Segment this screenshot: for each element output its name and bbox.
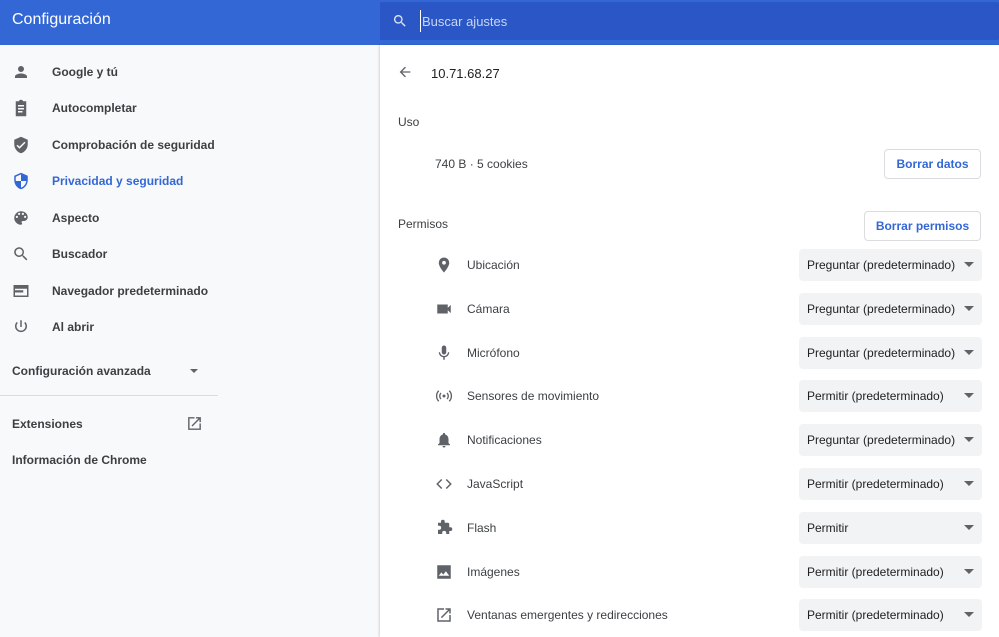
extensions-link[interactable]: Extensiones bbox=[12, 417, 83, 431]
search-box[interactable] bbox=[380, 2, 999, 40]
clipboard-icon bbox=[15, 99, 27, 117]
usage-value: 740 B · 5 cookies bbox=[435, 157, 528, 171]
permission-select[interactable]: Permitir bbox=[799, 511, 982, 544]
about-label: Información de Chrome bbox=[12, 453, 147, 467]
permission-select[interactable]: Permitir (predeterminado) bbox=[799, 380, 982, 413]
site-details: 10.71.68.27 Uso 740 B · 5 cookies Borrar… bbox=[380, 45, 999, 637]
permission-row: Sensores de movimiento Permitir (predeter… bbox=[380, 380, 999, 413]
permission-row: Flash Permitir bbox=[380, 511, 999, 544]
permission-select[interactable]: Permitir (predeterminado) bbox=[799, 468, 982, 500]
permission-label: Sensores de movimiento bbox=[467, 389, 600, 404]
image-icon bbox=[437, 564, 451, 579]
code-icon bbox=[436, 478, 452, 490]
sidebar-item-autofill[interactable]: Autocompletar bbox=[0, 90, 218, 126]
microphone-icon bbox=[438, 345, 450, 360]
open-in-new-icon bbox=[437, 608, 451, 623]
permission-select[interactable]: Preguntar (predeterminado) bbox=[799, 336, 982, 369]
advanced-label: Configuración avanzada bbox=[12, 364, 151, 378]
shield-icon bbox=[14, 172, 28, 190]
sidebar-item-label: Aspecto bbox=[52, 211, 100, 225]
sidebar-item-label: Autocompletar bbox=[52, 101, 137, 115]
open-in-new-icon[interactable] bbox=[186, 415, 203, 432]
permission-row: Ubicación Preguntar (predeterminado) bbox=[380, 249, 999, 281]
permission-select[interactable]: Permitir (predeterminado) bbox=[799, 555, 982, 588]
sidebar-item-default-browser[interactable]: Navegador predeterminado bbox=[0, 273, 218, 309]
shield-check-icon bbox=[14, 136, 28, 154]
sidebar-item-label: Comprobación de seguridad bbox=[52, 138, 215, 152]
person-icon bbox=[15, 66, 27, 78]
search-icon bbox=[14, 247, 28, 261]
permission-select[interactable]: Permitir (predeterminado) bbox=[799, 599, 982, 632]
puzzle-icon bbox=[438, 519, 453, 534]
permission-label: Notificaciones bbox=[467, 433, 542, 448]
permission-row: Ventanas emergentes y redirecciones Permi… bbox=[380, 599, 999, 632]
permission-label: Ventanas emergentes y redirecciones bbox=[467, 608, 668, 623]
permission-label: JavaScript bbox=[467, 477, 524, 491]
permission-row: JavaScript Permitir (predeterminado) bbox=[380, 468, 999, 500]
permission-label: Flash bbox=[467, 520, 497, 535]
permissions-heading: Permisos bbox=[398, 217, 449, 231]
camera-icon bbox=[437, 304, 451, 314]
permission-label: Micrófono bbox=[467, 345, 520, 360]
sidebar-item-search-engine[interactable]: Buscador bbox=[0, 236, 218, 272]
extensions-label: Extensiones bbox=[12, 417, 83, 431]
clear-data-button[interactable]: Borrar datos bbox=[884, 149, 981, 179]
permission-label: Imágenes bbox=[467, 564, 520, 579]
usage-heading: Uso bbox=[398, 115, 420, 129]
permission-row: Notificaciones Preguntar (predeterminado) bbox=[380, 424, 999, 457]
sidebar-item-on-startup[interactable]: Al abrir bbox=[0, 309, 218, 345]
permission-label: Ubicación bbox=[467, 258, 520, 272]
permission-select[interactable]: Preguntar (predeterminado) bbox=[799, 249, 982, 281]
search-input[interactable] bbox=[420, 10, 920, 32]
permission-select[interactable]: Preguntar (predeterminado) bbox=[799, 292, 982, 325]
about-chrome-link[interactable]: Información de Chrome bbox=[12, 453, 147, 467]
location-icon bbox=[438, 257, 450, 273]
sidebar-item-privacy[interactable]: Privacidad y seguridad bbox=[0, 163, 218, 199]
sidebar-item-appearance[interactable]: Aspecto bbox=[0, 200, 218, 236]
sidebar-item-label: Al abrir bbox=[52, 320, 95, 334]
permission-label: Cámara bbox=[467, 301, 510, 316]
site-address: 10.71.68.27 bbox=[431, 66, 500, 81]
permission-row: Micrófono Preguntar (predeterminado) bbox=[380, 336, 999, 369]
permission-select[interactable]: Preguntar (predeterminado) bbox=[799, 424, 982, 457]
back-arrow-icon[interactable] bbox=[397, 64, 413, 80]
permission-row: Imágenes Permitir (predeterminado) bbox=[380, 555, 999, 588]
sidebar-item-safety-check[interactable]: Comprobación de seguridad bbox=[0, 127, 218, 163]
sidebar-item-label: Buscador bbox=[52, 247, 108, 261]
browser-icon bbox=[13, 285, 29, 297]
permission-row: Cámara Preguntar (predeterminado) bbox=[380, 292, 999, 325]
clear-permissions-button[interactable]: Borrar permisos bbox=[864, 211, 981, 241]
sidebar-item-google[interactable]: Google y tú bbox=[0, 54, 218, 90]
sidebar-item-label: Navegador predeterminado bbox=[52, 284, 209, 298]
sidebar-item-label: Google y tú bbox=[52, 65, 118, 79]
sidebar-item-label: Privacidad y seguridad bbox=[52, 174, 184, 188]
power-icon bbox=[15, 320, 27, 333]
sidebar: Google y tú Autocompletar Comprobación d… bbox=[0, 45, 380, 637]
chevron-down-icon bbox=[190, 369, 198, 373]
bell-icon bbox=[438, 433, 450, 448]
advanced-toggle[interactable]: Configuración avanzada bbox=[0, 353, 218, 389]
sensors-icon bbox=[435, 390, 453, 403]
divider bbox=[0, 395, 218, 396]
header: Configuración bbox=[0, 0, 999, 45]
palette-icon bbox=[14, 211, 28, 225]
page-title: Configuración bbox=[12, 11, 111, 28]
search-icon bbox=[393, 15, 406, 27]
